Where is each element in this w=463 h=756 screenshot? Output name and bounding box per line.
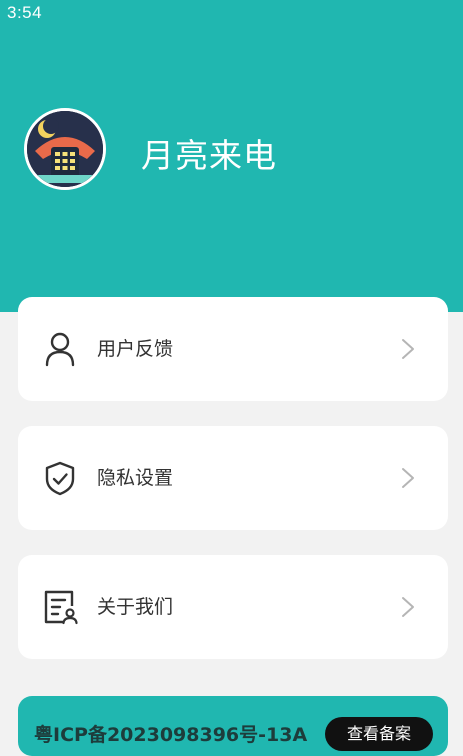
app-title: 月亮来电 xyxy=(141,136,277,175)
shield-check-icon xyxy=(45,461,75,496)
header: 3:54 月亮来电 xyxy=(0,0,463,312)
status-time: 3:54 xyxy=(7,3,43,22)
icp-banner: 粤ICP备2023098396号-13A 查看备案 xyxy=(18,696,448,756)
profile-card-icon xyxy=(44,590,78,625)
menu-item-label: 关于我们 xyxy=(97,596,174,618)
chevron-right-icon xyxy=(402,597,414,617)
chevron-right-icon xyxy=(402,468,414,488)
chevron-right-icon xyxy=(402,339,414,359)
menu-item-label: 隐私设置 xyxy=(97,467,174,489)
user-icon xyxy=(45,332,75,367)
icp-number: 粤ICP备2023098396号-13A xyxy=(34,724,308,746)
menu-item-privacy[interactable]: 隐私设置 xyxy=(18,426,448,530)
menu-item-feedback[interactable]: 用户反馈 xyxy=(18,297,448,401)
view-filing-button[interactable]: 查看备案 xyxy=(325,717,433,751)
menu-item-about[interactable]: 关于我们 xyxy=(18,555,448,659)
menu-item-label: 用户反馈 xyxy=(97,338,174,360)
avatar[interactable] xyxy=(24,108,106,190)
moon-phone-icon xyxy=(27,111,103,187)
